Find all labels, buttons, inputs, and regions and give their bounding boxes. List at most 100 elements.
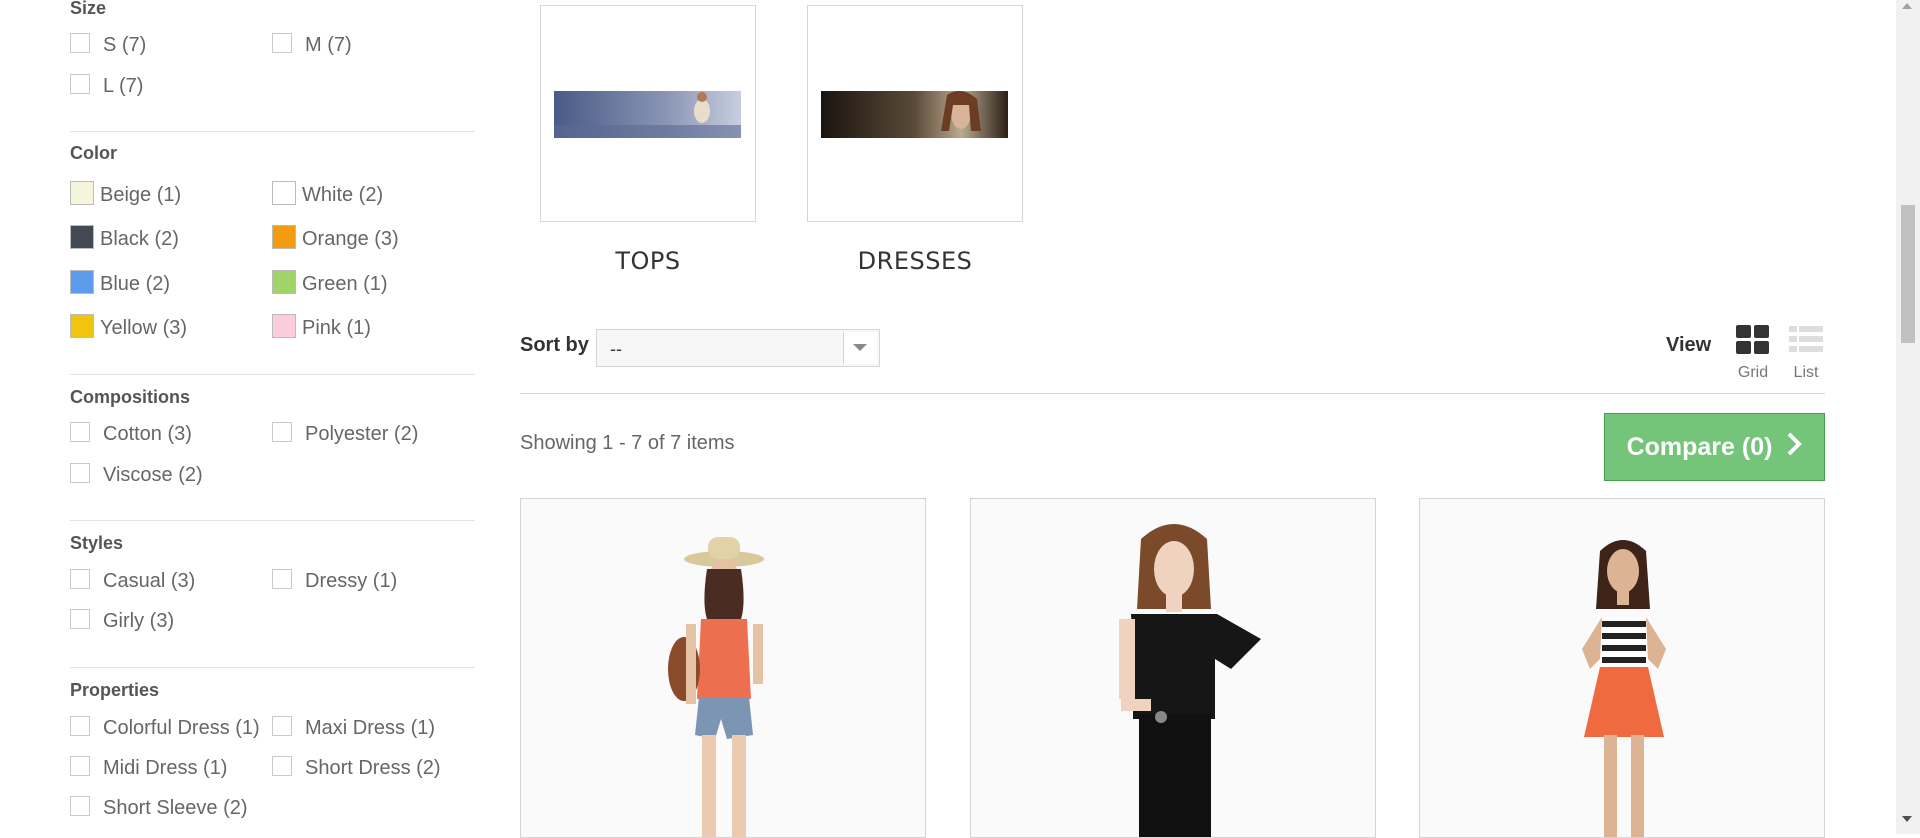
color-swatch[interactable] [272,313,296,338]
checkbox[interactable] [70,568,90,589]
scroll-up-arrow-icon[interactable] [1902,3,1912,9]
color-swatch[interactable] [70,224,94,249]
checkbox[interactable] [70,73,90,94]
filter-property-colorful-dress[interactable]: Colorful Dress (1) [70,715,260,740]
compare-button[interactable]: Compare (0) [1604,413,1825,481]
filter-title-properties: Properties [70,680,160,700]
compare-button-label: Compare (0) [1626,432,1773,461]
filter-color-pink[interactable]: Pink (1) [272,313,371,340]
filter-color-white[interactable]: White (2) [272,180,384,207]
filter-option-label: Pink (1) [302,317,371,339]
filter-color-beige[interactable]: Beige (1) [70,180,182,207]
filter-option-label: L (7) [103,75,144,97]
filter-property-short-sleeve[interactable]: Short Sleeve (2) [70,795,248,820]
subcategory-image-tops[interactable] [540,5,756,222]
tops-banner-image [554,91,741,138]
checkbox[interactable] [272,568,292,589]
filter-option-label: Polyester (2) [305,423,419,445]
subcategory-image-dresses[interactable] [807,5,1023,222]
filter-color-orange[interactable]: Orange (3) [272,224,399,251]
view-label: View [1666,334,1712,356]
filter-option-label: Blue (2) [100,273,171,295]
color-swatch[interactable] [272,269,296,294]
filter-option-label: Beige (1) [100,184,182,206]
filter-option-label: Casual (3) [103,570,196,592]
filter-option-label: Maxi Dress (1) [305,717,436,739]
color-swatch[interactable] [70,313,94,338]
view-list-button[interactable]: List [1787,323,1825,382]
filter-size-l[interactable]: L (7) [70,73,144,98]
filter-option-label: Orange (3) [302,228,399,250]
product-image-orange-top-hat[interactable] [521,499,926,838]
filter-option-label: S (7) [103,34,147,56]
filter-size-s[interactable]: S (7) [70,32,147,57]
filter-color-blue[interactable]: Blue (2) [70,269,171,296]
filter-color-green[interactable]: Green (1) [272,269,388,296]
view-list-label: List [1793,364,1819,381]
color-swatch[interactable] [70,269,94,294]
divider [70,667,475,668]
filter-option-label: White (2) [302,184,384,206]
checkbox[interactable] [70,608,90,629]
sort-by-select[interactable]: -- [596,329,880,367]
checkbox[interactable] [70,32,90,53]
filter-composition-cotton[interactable]: Cotton (3) [70,421,192,446]
view-grid-button[interactable]: Grid [1734,323,1772,382]
grid-icon [1736,325,1769,354]
product-card[interactable] [1419,498,1825,838]
filter-style-dressy[interactable]: Dressy (1) [272,568,398,593]
filter-option-label: Black (2) [100,228,179,250]
filter-option-label: Colorful Dress (1) [103,717,260,739]
divider [70,131,475,132]
checkbox[interactable] [70,795,90,816]
checkbox[interactable] [70,421,90,442]
filter-option-label: Green (1) [302,273,388,295]
striped-top [1602,617,1646,667]
color-swatch[interactable] [272,224,296,249]
checkbox[interactable] [70,755,90,776]
scroll-thumb[interactable] [1901,205,1915,343]
product-image-striped-top-orange-skirt[interactable] [1420,499,1825,838]
filter-style-casual[interactable]: Casual (3) [70,568,196,593]
filter-style-girly[interactable]: Girly (3) [70,608,175,633]
filter-title-styles: Styles [70,533,124,553]
checkbox[interactable] [272,715,292,736]
dresses-banner-image [821,91,1008,138]
checkbox[interactable] [70,715,90,736]
chevron-down-icon[interactable] [843,332,877,364]
checkbox[interactable] [70,462,90,483]
product-card[interactable] [970,498,1376,838]
filter-title-compositions: Compositions [70,387,190,407]
checkbox[interactable] [272,755,292,776]
filter-title-color: Color [70,143,117,163]
filter-title-size: Size [70,0,107,18]
subcategory-name-tops[interactable]: TOPS [540,247,756,275]
filter-option-label: Viscose (2) [103,464,203,486]
list-icon [1789,326,1823,352]
vertical-scrollbar[interactable] [1896,0,1920,834]
sort-selected-value: -- [610,339,622,359]
filter-option-label: Dressy (1) [305,570,398,592]
product-card[interactable] [520,498,926,838]
divider [70,374,475,375]
sort-by-label: Sort by [520,334,589,356]
color-swatch[interactable] [70,180,94,205]
color-swatch[interactable] [272,180,296,205]
filter-option-label: Girly (3) [103,610,175,632]
filter-property-maxi-dress[interactable]: Maxi Dress (1) [272,715,436,740]
filter-property-short-dress[interactable]: Short Dress (2) [272,755,441,780]
filter-color-yellow[interactable]: Yellow (3) [70,313,188,340]
product-image-black-blouse[interactable] [971,499,1376,838]
filter-color-black[interactable]: Black (2) [70,224,179,251]
filter-size-m[interactable]: M (7) [272,32,352,57]
filter-option-label: Midi Dress (1) [103,757,228,779]
scroll-down-arrow-icon[interactable] [1902,816,1912,822]
checkbox[interactable] [272,421,292,442]
checkbox[interactable] [272,32,292,53]
filter-property-midi-dress[interactable]: Midi Dress (1) [70,755,228,780]
filter-option-label: Yellow (3) [100,317,188,339]
filter-option-label: Short Dress (2) [305,757,441,779]
subcategory-name-dresses[interactable]: DRESSES [807,247,1023,275]
filter-composition-viscose[interactable]: Viscose (2) [70,462,203,487]
filter-composition-polyester[interactable]: Polyester (2) [272,421,419,446]
